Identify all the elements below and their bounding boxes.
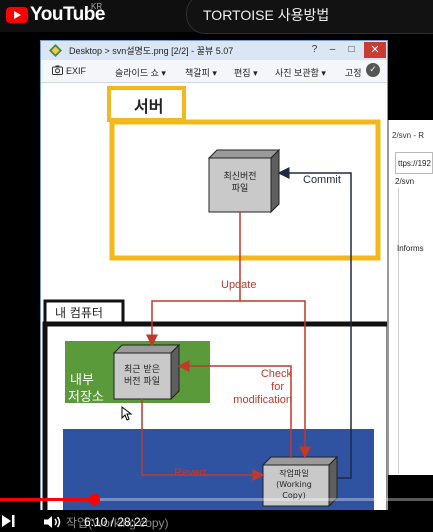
honeyview-app-icon xyxy=(49,44,62,57)
server-file-line2: 파일 xyxy=(231,184,249,194)
viewer-title: Desktop > svn설명도.png [2/2] - 꿀뷰 5.07 xyxy=(69,46,234,56)
my-computer-label: 내 컴퓨터 xyxy=(55,306,103,320)
minimize-button[interactable]: – xyxy=(324,42,341,58)
background-window-title: 2/svn - R xyxy=(392,131,425,140)
photo-storage-menu[interactable]: 사진 보관함 ▾ xyxy=(275,66,326,79)
current-time: 6:10 xyxy=(84,515,108,529)
chevron-down-icon: ▾ xyxy=(212,68,217,78)
bookmark-label: 책갈피 xyxy=(185,68,210,78)
background-window-text: Informs xyxy=(397,244,424,253)
time-display: 6:10 / 28:22 xyxy=(84,515,148,529)
background-window-url[interactable]: ttps://192 xyxy=(395,152,433,174)
mouse-cursor-icon xyxy=(121,406,132,421)
close-button[interactable]: ✕ xyxy=(364,42,386,58)
volume-icon[interactable] xyxy=(44,515,62,529)
revert-label: Revert xyxy=(174,467,207,479)
commit-label: Commit xyxy=(303,174,341,186)
edit-label: 편집 xyxy=(234,68,251,78)
progress-bar-played xyxy=(0,498,94,501)
play-next-icon[interactable] xyxy=(2,514,16,528)
progress-scrubber[interactable] xyxy=(89,494,100,505)
help-button[interactable]: ? xyxy=(306,42,323,58)
check-icon[interactable]: ✓ xyxy=(366,63,380,77)
background-window-path: 2/svn xyxy=(395,177,415,186)
edit-menu[interactable]: 편집 ▾ xyxy=(234,66,258,79)
region-badge: KR xyxy=(91,2,103,11)
working-copy-line1: 작업파일 xyxy=(279,469,309,478)
chevron-down-icon: ▾ xyxy=(321,68,326,78)
exif-button[interactable]: EXIF xyxy=(66,66,86,76)
photo-storage-label: 사진 보관함 xyxy=(275,68,319,78)
check-modification-line2: for xyxy=(271,381,284,393)
server-file-line1: 최신버전 xyxy=(223,172,257,182)
internal-storage-label-line2: 저장소 xyxy=(68,390,104,405)
slideshow-menu[interactable]: 슬라이드 쇼 ▾ xyxy=(115,66,166,79)
youtube-logo-icon[interactable] xyxy=(6,7,28,23)
local-file-line1: 최근 받은 xyxy=(124,365,160,375)
check-modification-line3: modification xyxy=(233,394,292,406)
local-file-text: 최근 받은 버전 파일 xyxy=(117,364,167,388)
bookmark-menu[interactable]: 책갈피 ▾ xyxy=(185,66,217,79)
local-file-line2: 버전 파일 xyxy=(124,377,160,387)
chevron-down-icon: ▾ xyxy=(161,68,166,78)
video-title: TORTOISE 사용방법 xyxy=(203,7,330,23)
server-label: 서버 xyxy=(134,97,164,116)
camera-icon xyxy=(52,65,63,75)
background-window-divider xyxy=(398,188,399,473)
working-copy-text: 작업파일 (Working Copy) xyxy=(266,468,322,501)
pin-button[interactable]: 고정 xyxy=(345,66,362,79)
server-file-text: 최신버전 파일 xyxy=(215,171,265,195)
chevron-down-icon: ▾ xyxy=(253,68,258,78)
working-copy-line2: (Working xyxy=(276,480,312,489)
maximize-button[interactable]: □ xyxy=(343,42,360,58)
slideshow-label: 슬라이드 쇼 xyxy=(115,68,159,78)
update-label: Update xyxy=(221,279,257,291)
duration: 28:22 xyxy=(117,515,148,529)
check-modification-line1: Check xyxy=(260,368,292,380)
check-modification-label: Check for modification xyxy=(222,368,292,407)
svn-diagram xyxy=(42,86,387,510)
